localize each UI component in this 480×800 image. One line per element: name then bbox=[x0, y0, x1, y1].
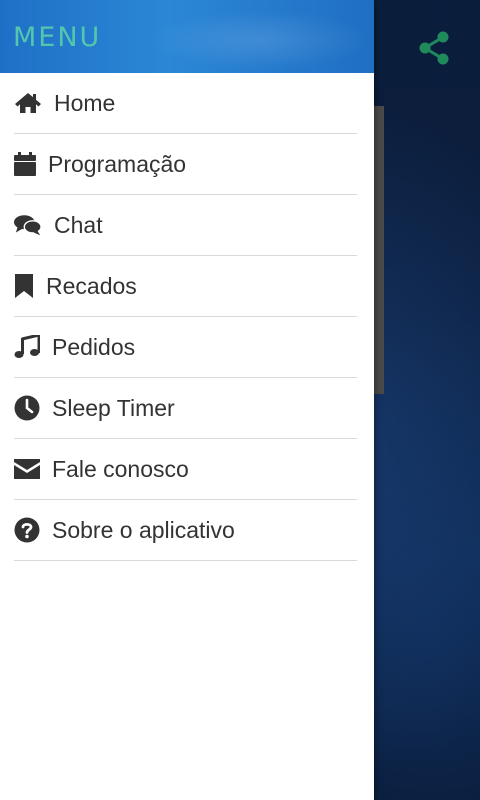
menu-item-pedidos[interactable]: Pedidos bbox=[14, 317, 357, 378]
menu-item-recados[interactable]: Recados bbox=[14, 256, 357, 317]
menu-item-sleep-timer[interactable]: Sleep Timer bbox=[14, 378, 357, 439]
music-note-icon bbox=[14, 335, 40, 359]
menu-item-label: Recados bbox=[46, 272, 137, 299]
menu-item-home[interactable]: Home bbox=[14, 73, 357, 134]
menu-item-label: Fale conosco bbox=[52, 455, 189, 482]
menu-item-label: Home bbox=[54, 89, 116, 116]
home-icon bbox=[14, 91, 42, 115]
bookmark-icon bbox=[14, 274, 34, 298]
menu-item-label: Programação bbox=[48, 150, 187, 177]
question-circle-icon bbox=[14, 517, 40, 543]
menu-item-label: Sleep Timer bbox=[52, 394, 175, 421]
clock-icon bbox=[14, 395, 40, 421]
navigation-drawer: MENU Home Programação Chat Recados Pedid… bbox=[0, 0, 374, 800]
calendar-icon bbox=[14, 152, 36, 176]
background-scrollbar[interactable] bbox=[374, 106, 384, 394]
menu-item-label: Sobre o aplicativo bbox=[52, 516, 235, 543]
share-icon[interactable] bbox=[416, 30, 452, 66]
menu-item-label: Chat bbox=[54, 211, 103, 238]
chat-icon bbox=[14, 213, 42, 237]
envelope-icon bbox=[14, 457, 40, 481]
menu-item-chat[interactable]: Chat bbox=[14, 195, 357, 256]
menu-item-programacao[interactable]: Programação bbox=[14, 134, 357, 195]
drawer-title: MENU bbox=[13, 22, 102, 53]
drawer-header: MENU bbox=[0, 0, 374, 73]
menu-item-label: Pedidos bbox=[52, 333, 136, 360]
menu-item-fale-conosco[interactable]: Fale conosco bbox=[14, 439, 357, 500]
menu-list: Home Programação Chat Recados Pedidos Sl… bbox=[0, 73, 374, 561]
menu-item-sobre[interactable]: Sobre o aplicativo bbox=[14, 500, 357, 561]
